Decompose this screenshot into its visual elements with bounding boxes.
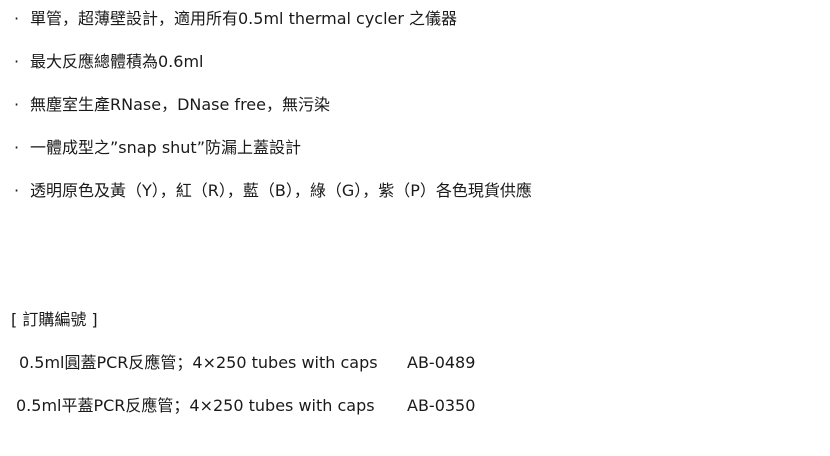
feature-item: · 最大反應總體積為0.6ml: [14, 52, 203, 72]
order-item-name: 0.5ml平蓋PCR反應管；4×250 tubes with caps: [16, 396, 375, 415]
order-heading: [ 訂購編號 ]: [11, 310, 98, 329]
feature-item: · 透明原色及黃（Y），紅（R），藍（B），綠（G），紫（P）各色現貨供應: [14, 181, 532, 201]
order-item-code: AB-0350: [407, 396, 476, 415]
bullet: ·: [14, 181, 20, 200]
feature-item: · 一體成型之”snap shut”防漏上蓋設計: [14, 138, 301, 158]
feature-text: 透明原色及黃（Y），紅（R），藍（B），綠（G），紫（P）各色現貨供應: [30, 181, 532, 200]
order-item-code: AB-0489: [407, 353, 476, 372]
bullet: ·: [14, 9, 20, 28]
feature-text: 一體成型之”snap shut”防漏上蓋設計: [30, 138, 301, 157]
feature-text: 最大反應總體積為0.6ml: [30, 52, 204, 71]
bullet: ·: [14, 52, 20, 71]
product-description-page: { "features": [ "單管，超薄壁設計，適用所有0.5ml ther…: [0, 0, 830, 456]
bullet: ·: [14, 95, 20, 114]
feature-text: 單管，超薄壁設計，適用所有0.5ml thermal cycler 之儀器: [30, 9, 458, 28]
feature-item: · 單管，超薄壁設計，適用所有0.5ml thermal cycler 之儀器: [14, 9, 457, 29]
feature-item: · 無塵室生產RNase，DNase free，無污染: [14, 95, 330, 115]
feature-text: 無塵室生產RNase，DNase free，無污染: [30, 95, 330, 114]
order-item-name: 0.5ml圓蓋PCR反應管；4×250 tubes with caps: [19, 353, 378, 372]
bullet: ·: [14, 138, 20, 157]
